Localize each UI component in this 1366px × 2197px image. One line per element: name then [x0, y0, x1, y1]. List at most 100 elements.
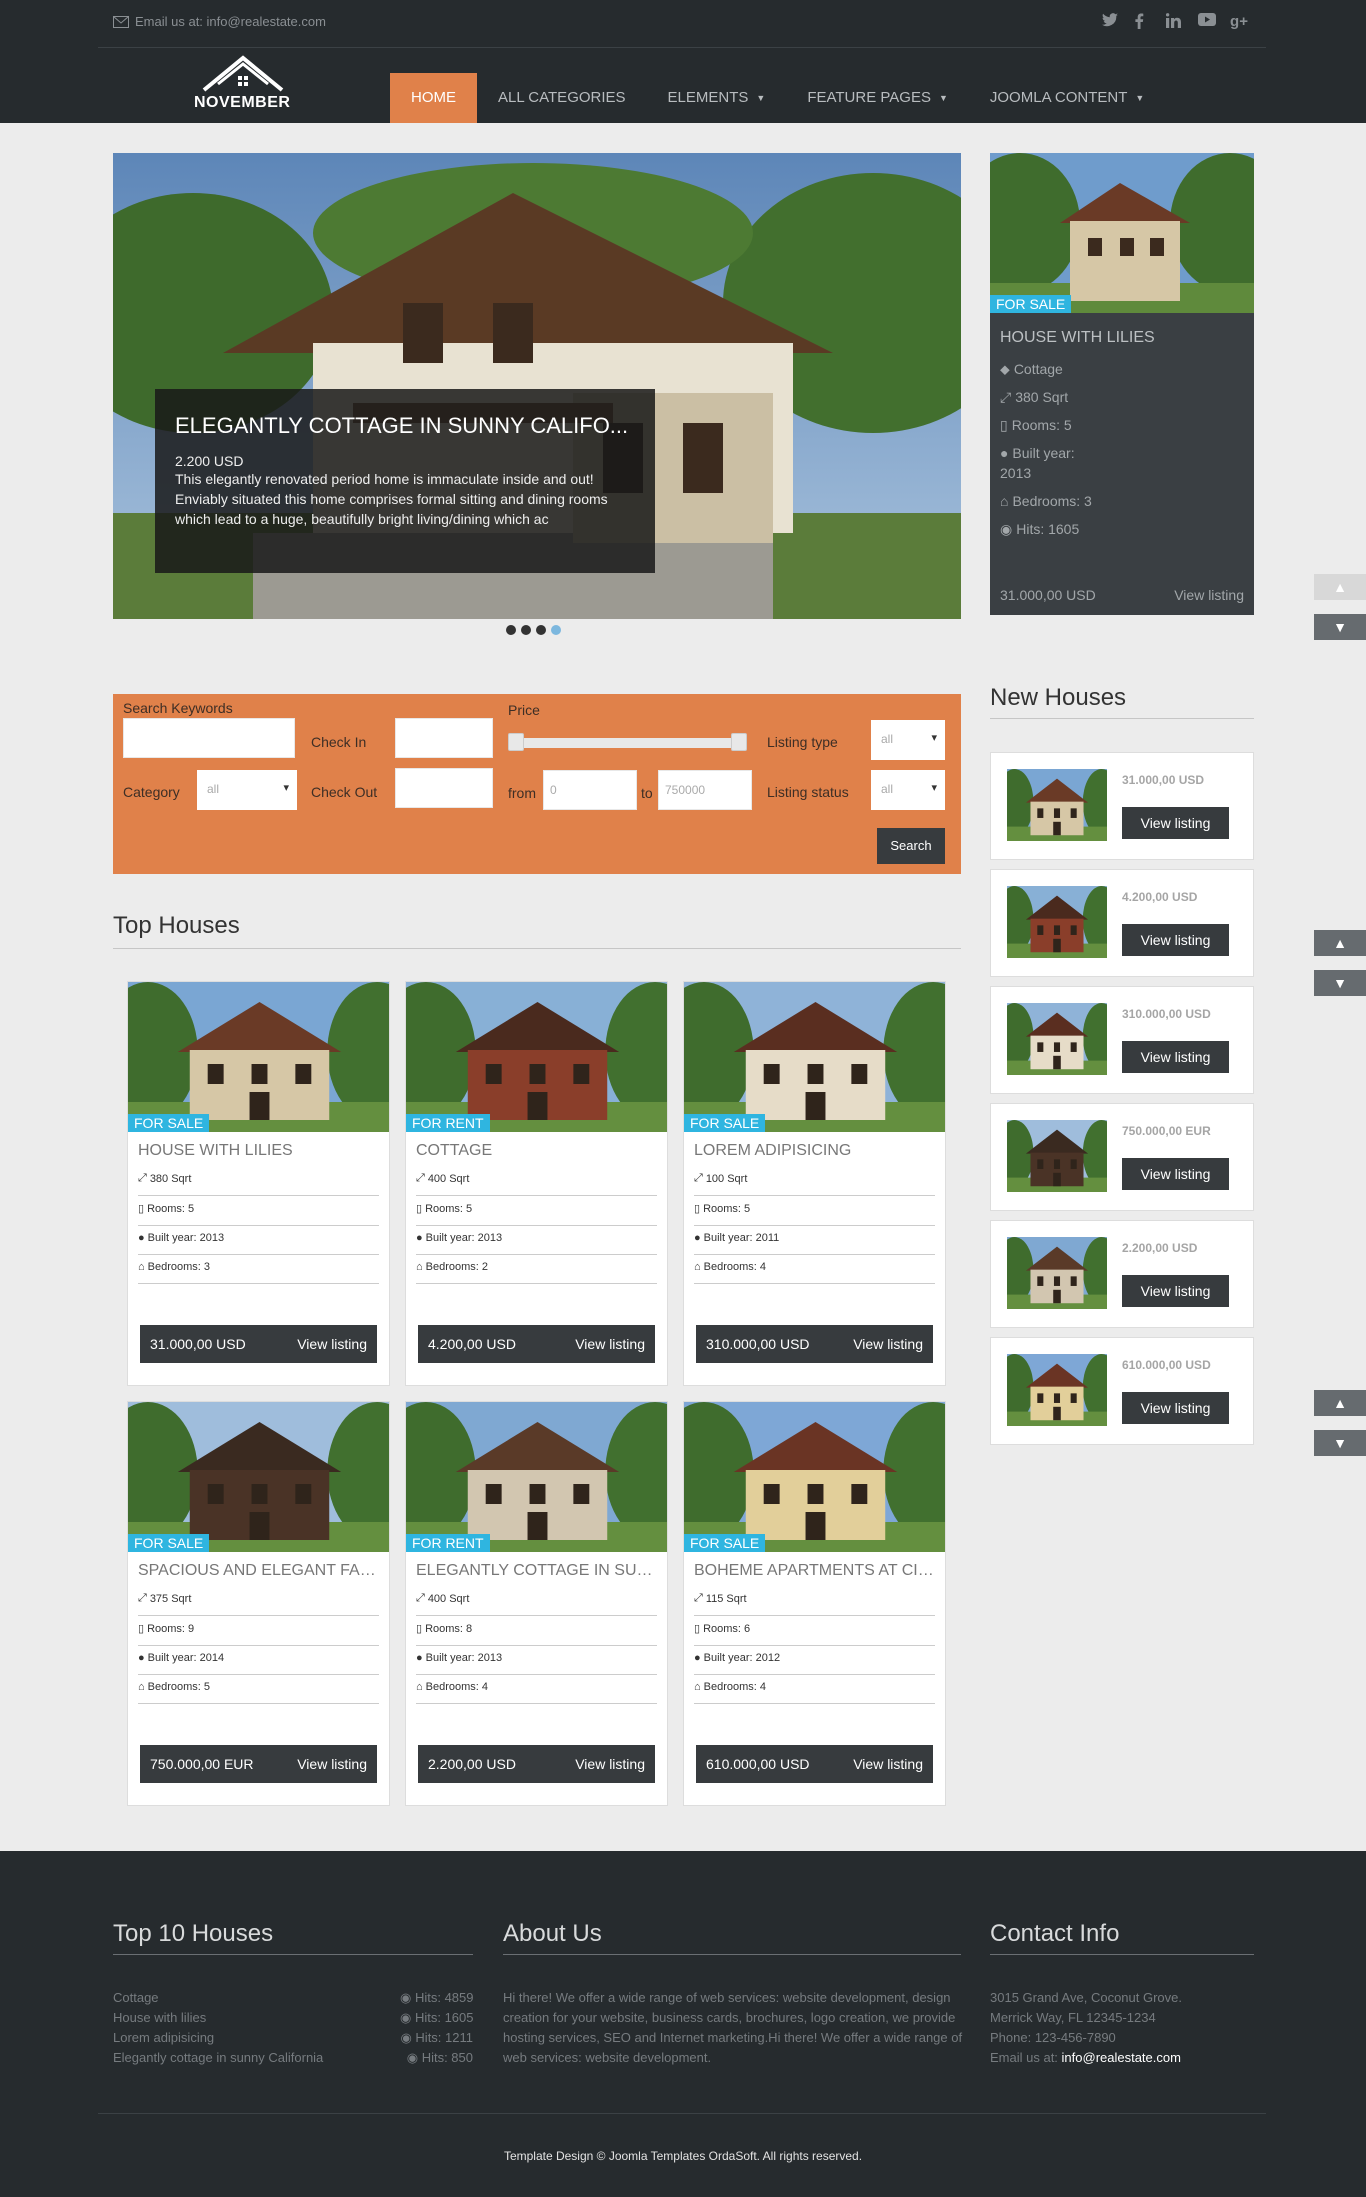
envelope-icon [113, 15, 129, 28]
resize-icon: ⤢ [694, 1592, 703, 1604]
nav-feature-pages[interactable]: FEATURE PAGES ▼ [786, 73, 969, 123]
listing-status-select[interactable]: all [871, 770, 945, 810]
side-bedrooms: ⌂ Bedrooms: 3 [990, 487, 1254, 515]
side-category: ⬥ Cottage [990, 355, 1254, 383]
house-card-built: ● Built year: 2013 [416, 1646, 657, 1675]
slider-dot[interactable] [521, 625, 531, 635]
scroll-up-button[interactable]: ▲ [1314, 930, 1366, 956]
top10-hits: ◉ Hits: 1211 [400, 2028, 473, 2048]
house-card-bedrooms: ⌂ Bedrooms: 4 [694, 1255, 935, 1284]
house-card-title[interactable]: ELEGANTLY COTTAGE IN SUN... [406, 1552, 667, 1586]
new-house-thumbnail[interactable] [1007, 1003, 1107, 1075]
house-card-title[interactable]: LOREM ADIPISICING [684, 1132, 945, 1166]
new-house-thumbnail[interactable] [1007, 1237, 1107, 1309]
house-card-image[interactable]: FOR RENT [406, 1402, 667, 1552]
nav-home[interactable]: HOME [390, 73, 477, 123]
nav-joomla-content[interactable]: JOOMLA CONTENT ▼ [969, 73, 1165, 123]
scroll-up-button[interactable]: ▲ [1314, 1390, 1366, 1416]
price-range-slider[interactable] [508, 733, 747, 751]
contact-address2: Merrick Way, FL 12345-1234 [990, 2010, 1156, 2025]
facebook-icon[interactable] [1134, 13, 1152, 31]
side-listing-title[interactable]: HOUSE WITH LILIES [990, 313, 1254, 355]
house-card-title[interactable]: COTTAGE [406, 1132, 667, 1166]
house-card: FOR SALE HOUSE WITH LILIES ⤢ 380 Sqrt ▯ Ro… [127, 981, 390, 1386]
keywords-input[interactable] [123, 718, 295, 758]
eye-icon: ◉ [400, 2030, 416, 2045]
new-house-thumbnail[interactable] [1007, 1120, 1107, 1192]
nav-elements[interactable]: ELEMENTS ▼ [647, 73, 787, 123]
house-card-footer: 750.000,00 EUR View listing [140, 1745, 377, 1783]
top10-link[interactable]: House with lilies [113, 2008, 206, 2028]
view-listing-button[interactable]: View listing [1122, 1275, 1229, 1307]
view-listing-button[interactable]: View listing [1122, 1041, 1229, 1073]
hero-title[interactable]: ELEGANTLY COTTAGE IN SUNNY CALIFO... [175, 413, 635, 439]
house-image [1007, 1120, 1107, 1192]
hero-slider[interactable]: ELEGANTLY COTTAGE IN SUNNY CALIFO... 2.2… [113, 153, 961, 619]
house-card-title[interactable]: HOUSE WITH LILIES [128, 1132, 389, 1166]
featured-listing-image[interactable]: FOR SALE [990, 153, 1254, 313]
contact-title: Contact Info [990, 1920, 1120, 1947]
contact-email-link[interactable]: info@realestate.com [1062, 2050, 1181, 2065]
building-icon: ▯ [416, 1203, 423, 1215]
new-house-thumbnail[interactable] [1007, 886, 1107, 958]
slider-dot[interactable] [536, 625, 546, 635]
view-listing-link[interactable]: View listing [297, 1336, 367, 1352]
view-listing-link[interactable]: View listing [575, 1756, 645, 1772]
checkin-input[interactable] [395, 718, 493, 758]
house-card-image[interactable]: FOR SALE [684, 1402, 945, 1552]
house-card-image[interactable]: FOR SALE [128, 1402, 389, 1552]
house-card: FOR SALE BOHEME APARTMENTS AT CIT... ⤢ 11… [683, 1401, 946, 1806]
nav-all-categories[interactable]: ALL CATEGORIES [477, 73, 647, 123]
listing-badge: FOR SALE [684, 1114, 766, 1132]
copyright-text: Template Design © Joomla Templates OrdaS… [503, 2149, 863, 2163]
house-card-image[interactable]: FOR SALE [684, 982, 945, 1132]
house-card: FOR SALE SPACIOUS AND ELEGANT FAMI... ⤢ 3… [127, 1401, 390, 1806]
house-image [1007, 1354, 1107, 1426]
house-card-title[interactable]: SPACIOUS AND ELEGANT FAMI... [128, 1552, 389, 1586]
top10-link[interactable]: Elegantly cottage in sunny California [113, 2048, 323, 2068]
search-button[interactable]: Search [877, 828, 945, 864]
house-card-image[interactable]: FOR RENT [406, 982, 667, 1132]
view-listing-link[interactable]: View listing [853, 1336, 923, 1352]
slider-dot[interactable] [506, 625, 516, 635]
view-listing-link[interactable]: View listing [575, 1336, 645, 1352]
scroll-down-button[interactable]: ▼ [1314, 970, 1366, 996]
resize-icon: ⤢ [138, 1172, 147, 1184]
listing-type-select[interactable]: all [871, 720, 945, 760]
view-listing-link[interactable]: View listing [853, 1756, 923, 1772]
scroll-down-button[interactable]: ▼ [1314, 1430, 1366, 1456]
linkedin-icon[interactable] [1166, 13, 1184, 31]
house-card-title[interactable]: BOHEME APARTMENTS AT CIT... [684, 1552, 945, 1586]
twitter-icon[interactable] [1102, 13, 1120, 31]
youtube-icon[interactable] [1198, 13, 1216, 31]
house-card-area-value: 400 Sqrt [427, 1172, 470, 1185]
new-house-thumbnail[interactable] [1007, 1354, 1107, 1426]
slider-dot-active[interactable] [551, 625, 561, 635]
scroll-down-button[interactable]: ▼ [1314, 614, 1366, 640]
view-listing-button[interactable]: View listing [1122, 807, 1229, 839]
category-select[interactable]: all [197, 770, 297, 810]
house-card-footer: 310.000,00 USD View listing [696, 1325, 933, 1363]
new-house-item: 310.000,00 USD View listing [990, 986, 1254, 1094]
side-view-listing-link[interactable]: View listing [1174, 587, 1244, 603]
view-listing-button[interactable]: View listing [1122, 924, 1229, 956]
checkout-input[interactable] [395, 768, 493, 808]
house-card-image[interactable]: FOR SALE [128, 982, 389, 1132]
google-plus-icon[interactable]: g+ [1230, 13, 1248, 31]
view-listing-button[interactable]: View listing [1122, 1158, 1229, 1190]
price-from-input[interactable]: 0 [543, 770, 637, 810]
top10-link[interactable]: Cottage [113, 1988, 159, 2008]
header-email[interactable]: Email us at: info@realestate.com [113, 14, 326, 29]
top10-link[interactable]: Lorem adipisicing [113, 2028, 214, 2048]
house-card-area-value: 115 Sqrt [705, 1592, 747, 1605]
price-min-handle[interactable] [508, 733, 524, 751]
new-house-thumbnail[interactable] [1007, 769, 1107, 841]
site-logo[interactable]: NOVEMBER [188, 54, 298, 114]
price-to-input[interactable]: 750000 [658, 770, 752, 810]
view-listing-link[interactable]: View listing [297, 1756, 367, 1772]
scroll-up-button[interactable]: ▲ [1314, 574, 1366, 600]
price-max-handle[interactable] [731, 733, 747, 751]
footer-divider [503, 1954, 961, 1955]
house-card-area: ⤢ 100 Sqrt [694, 1166, 935, 1196]
view-listing-button[interactable]: View listing [1122, 1392, 1229, 1424]
